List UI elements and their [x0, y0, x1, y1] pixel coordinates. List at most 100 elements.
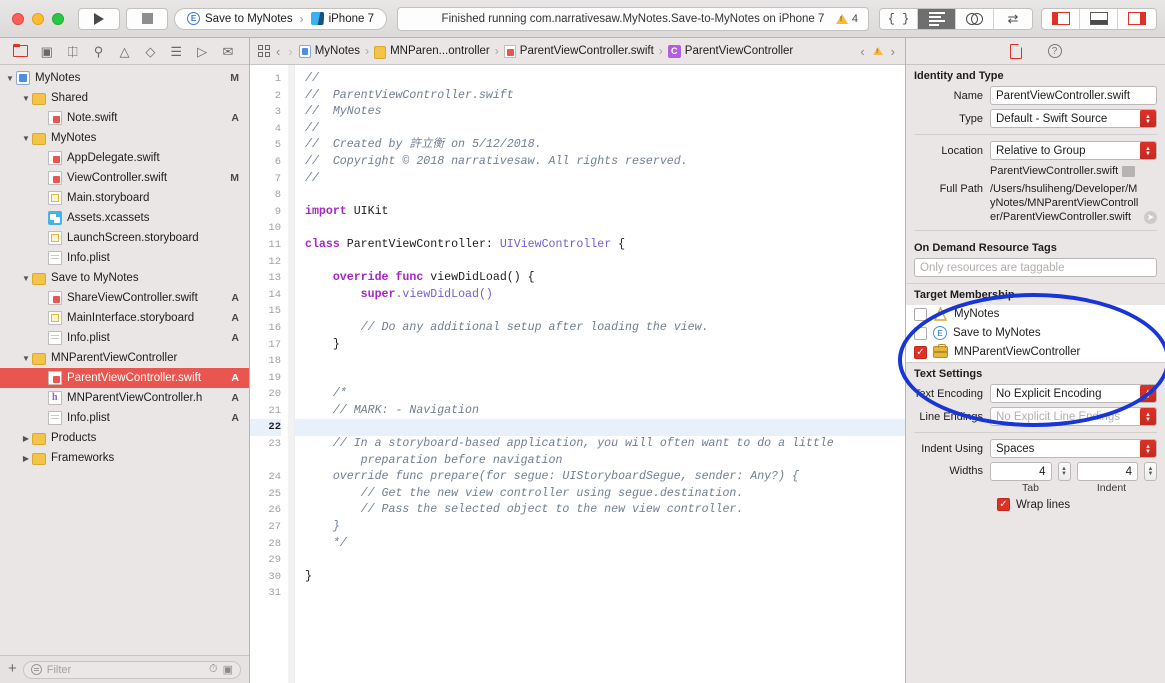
code-line[interactable]: //	[305, 71, 905, 88]
close-button[interactable]	[12, 12, 24, 25]
code-line[interactable]	[305, 552, 905, 569]
target-checkbox[interactable]	[914, 326, 927, 340]
tab-width-stepper[interactable]: ▲ ▼	[1057, 462, 1071, 481]
code-line[interactable]: // MARK: - Navigation	[305, 403, 905, 420]
add-file-button[interactable]: +	[8, 661, 17, 678]
stop-button[interactable]	[126, 7, 168, 30]
code-folding-ribbon[interactable]	[288, 65, 295, 683]
line-endings-select[interactable]: No Explicit Line Endings ▲ ▼	[990, 407, 1157, 426]
code-line[interactable]: /*	[305, 386, 905, 403]
code-line[interactable]: // Get the new view controller using seg…	[305, 486, 905, 503]
reveal-in-finder-icon[interactable]: ➤	[1144, 211, 1157, 224]
filter-input[interactable]: Filter ⏱ ▣	[22, 660, 241, 679]
disclosure-triangle-icon[interactable]: ▶	[20, 454, 32, 463]
breadcrumb-item[interactable]: MyNotes	[298, 44, 360, 58]
tab-project-navigator[interactable]	[11, 42, 31, 60]
code-line[interactable]	[305, 370, 905, 387]
file-tree-row[interactable]: ▼ MNParentViewController	[0, 348, 249, 368]
file-tree-row[interactable]: AppDelegate.swift	[0, 148, 249, 168]
tab-issue-navigator[interactable]: △	[114, 42, 134, 60]
code-line[interactable]: // Do any additional setup after loading…	[305, 320, 905, 337]
file-tree-row[interactable]: MNParentViewController.h A	[0, 388, 249, 408]
source-control-filter-icon[interactable]: ▣	[223, 663, 233, 676]
breadcrumb-item[interactable]: MNParen...ontroller	[374, 44, 490, 59]
code-line[interactable]: //	[305, 171, 905, 188]
disclosure-triangle-icon[interactable]: ▼	[20, 274, 32, 283]
tab-test-navigator[interactable]: ◇	[140, 42, 160, 60]
warning-icon[interactable]	[872, 47, 883, 55]
indent-using-select[interactable]: Spaces ▲ ▼	[990, 439, 1157, 458]
quick-help-icon[interactable]: ?	[1047, 44, 1062, 58]
code-line[interactable]: override func prepare(for segue: UIStory…	[305, 469, 905, 486]
code-line[interactable]: // MyNotes	[305, 104, 905, 121]
code-line[interactable]	[305, 585, 905, 602]
code-line[interactable]: // In a storyboard-based application, yo…	[305, 436, 905, 453]
status-warning-group[interactable]: 4	[835, 13, 858, 25]
file-inspector-icon[interactable]	[1009, 42, 1023, 59]
target-membership-row[interactable]: E Save to MyNotes	[906, 324, 1165, 343]
code-line[interactable]: */	[305, 536, 905, 553]
scheme-selector[interactable]: E Save to MyNotes › iPhone 7	[174, 7, 387, 30]
target-membership-row[interactable]: ✓ MNParentViewController	[906, 343, 1165, 362]
zoom-button[interactable]	[52, 12, 64, 25]
tab-debug-navigator[interactable]: ☰	[166, 42, 186, 60]
code-line[interactable]	[305, 303, 905, 320]
minimize-button[interactable]	[32, 12, 44, 25]
tab-width-input[interactable]: 4	[990, 462, 1052, 481]
version-editor-button[interactable]: ⇄	[994, 8, 1032, 29]
target-membership-row[interactable]: MyNotes	[906, 305, 1165, 324]
file-tree-row[interactable]: Info.plist	[0, 248, 249, 268]
disclosure-triangle-icon[interactable]: ▼	[20, 134, 32, 143]
toggle-debug-area-button[interactable]	[1080, 8, 1118, 29]
related-files-icon[interactable]	[258, 45, 270, 57]
run-button[interactable]	[78, 7, 120, 30]
code-line[interactable]: super.viewDidLoad()	[305, 287, 905, 304]
file-tree-row[interactable]: Assets.xcassets	[0, 208, 249, 228]
tab-find-navigator[interactable]: ⚲	[89, 42, 109, 60]
code-line[interactable]: // ParentViewController.swift	[305, 88, 905, 105]
source-code-area[interactable]: 1 2 3 4 5 6 7 8 9 10 11 12 13 14 15 16 17 18 19 20 21 22 23 24 2…	[250, 65, 905, 683]
file-tree-row[interactable]: Info.plist A	[0, 408, 249, 428]
disclosure-triangle-icon[interactable]: ▼	[20, 94, 32, 103]
type-select[interactable]: Default - Swift Source ▲ ▼	[990, 109, 1157, 128]
previous-issue-button[interactable]: ‹	[858, 44, 866, 59]
name-input[interactable]: ParentViewController.swift	[990, 86, 1157, 105]
file-tree-row[interactable]: ▼ MyNotes	[0, 128, 249, 148]
file-tree-row[interactable]: Main.storyboard	[0, 188, 249, 208]
code-line[interactable]: // Created by 許立衡 on 5/12/2018.	[305, 137, 905, 154]
breadcrumb[interactable]: MyNotes › MNParen...ontroller › ParentViewCo…	[298, 44, 793, 59]
file-tree-row[interactable]: LaunchScreen.storyboard	[0, 228, 249, 248]
code-line[interactable]: // Copyright © 2018 narrativesaw. All ri…	[305, 154, 905, 171]
project-file-tree[interactable]: ▼ MyNotes M ▼ Shared Note.swift A ▼ MyNotes AppDe…	[0, 65, 249, 655]
code-line[interactable]: preparation before navigation	[305, 453, 905, 470]
disclosure-triangle-icon[interactable]: ▼	[20, 354, 32, 363]
file-tree-row[interactable]: ▶ Products	[0, 428, 249, 448]
disclosure-triangle-icon[interactable]: ▼	[4, 74, 16, 83]
wrap-lines-checkbox[interactable]: ✓	[997, 498, 1010, 511]
code-line[interactable]	[305, 353, 905, 370]
resource-tags-input[interactable]: Only resources are taggable	[914, 258, 1157, 277]
next-issue-button[interactable]: ›	[889, 44, 897, 59]
file-tree-row[interactable]: ViewController.swift M	[0, 168, 249, 188]
code-line[interactable]: override func viewDidLoad() {	[305, 270, 905, 287]
tab-symbol-navigator[interactable]: ⎅	[63, 42, 83, 60]
code-line[interactable]: }	[305, 569, 905, 586]
code-line[interactable]: //	[305, 121, 905, 138]
disclosure-triangle-icon[interactable]: ▶	[20, 434, 32, 443]
code-text[interactable]: // // ParentViewController.swift // MyNote…	[295, 65, 905, 683]
code-line[interactable]	[295, 419, 905, 437]
code-line[interactable]: import UIKit	[305, 204, 905, 221]
file-tree-row[interactable]: ▼ Save to MyNotes	[0, 268, 249, 288]
go-forward-button[interactable]: ›	[286, 44, 294, 59]
related-items-button[interactable]: { }	[880, 8, 918, 29]
code-line[interactable]: }	[305, 337, 905, 354]
indent-width-stepper[interactable]: ▲ ▼	[1144, 462, 1157, 481]
tab-breakpoint-navigator[interactable]: ▷	[192, 42, 212, 60]
file-tree-row[interactable]: ▼ Shared	[0, 88, 249, 108]
toggle-inspector-button[interactable]	[1118, 9, 1156, 29]
indent-width-input[interactable]: 4	[1076, 462, 1138, 481]
code-line[interactable]: // Pass the selected object to the new v…	[305, 502, 905, 519]
standard-editor-button[interactable]	[918, 8, 956, 29]
breadcrumb-item[interactable]: ParentViewController.swift	[503, 44, 654, 58]
code-line[interactable]: }	[305, 519, 905, 536]
